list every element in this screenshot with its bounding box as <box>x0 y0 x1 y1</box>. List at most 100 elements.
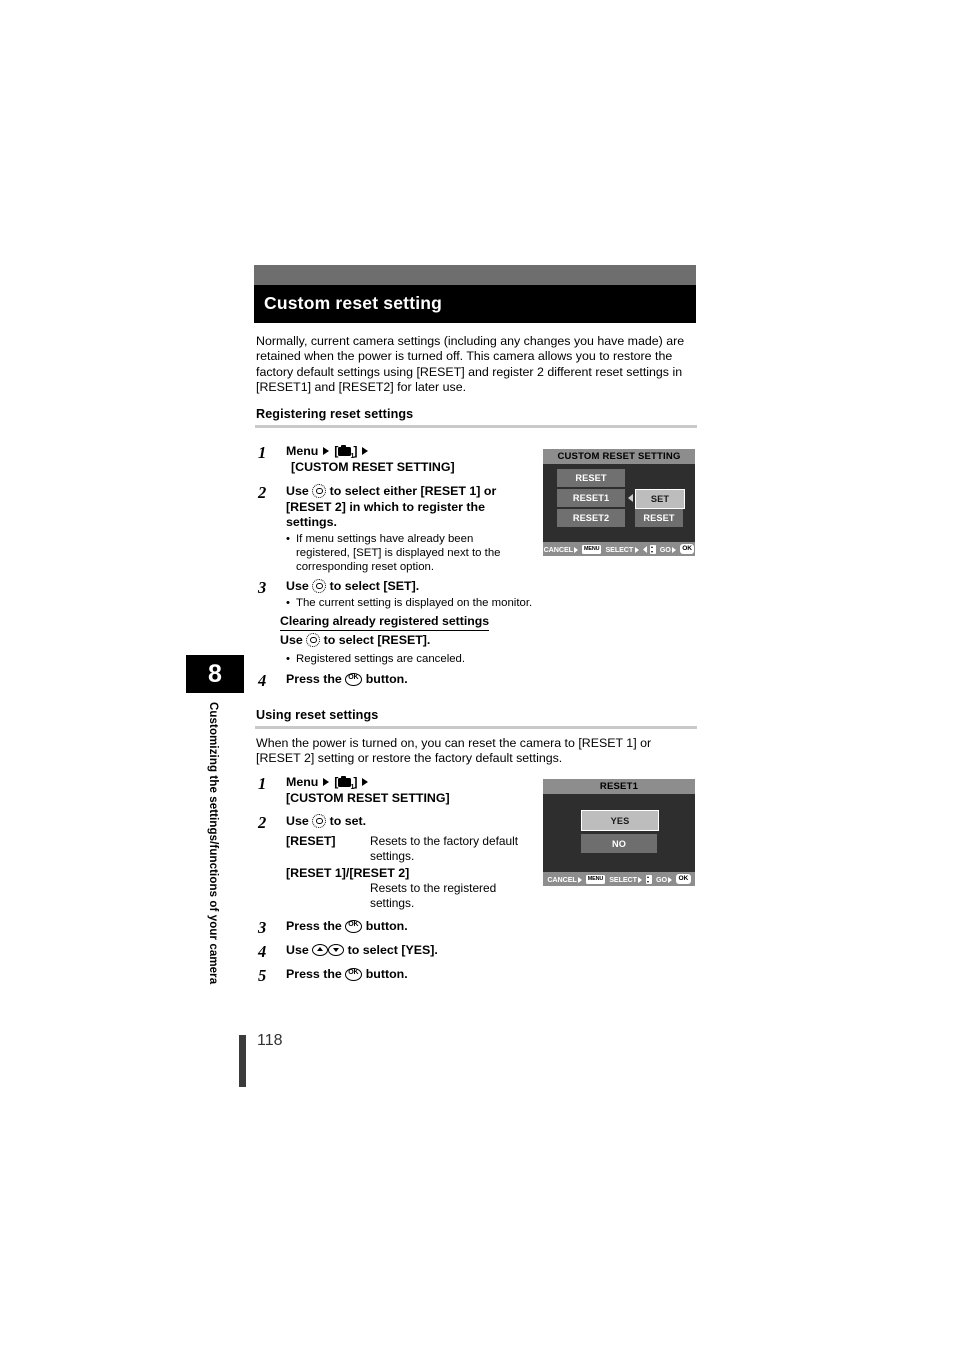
step-number: 3 <box>258 918 267 937</box>
chapter-vertical-title: Customizing the settings/functions of yo… <box>207 702 219 985</box>
lcd-item-reset2[interactable]: RESET2 <box>557 509 625 527</box>
lcd-item-reset[interactable]: RESET <box>557 469 625 487</box>
step-number: 5 <box>258 966 267 985</box>
step-number: 4 <box>258 671 267 690</box>
right-arrow-icon <box>322 445 331 456</box>
lcd-option-no[interactable]: NO <box>581 834 657 853</box>
page-number-bar <box>239 1035 246 1087</box>
right-arrow-icon <box>638 876 644 883</box>
ok-button-icon: OK <box>345 967 363 981</box>
bullet-clearing: Registered settings are canceled. <box>286 652 596 666</box>
up-down-key-icon <box>649 544 656 554</box>
footer-cancel-label: CANCEL <box>547 874 577 884</box>
arrow-pad-icon <box>312 814 327 828</box>
lcd-option-yes[interactable]: YES <box>581 810 659 831</box>
right-arrow-icon <box>574 546 580 553</box>
step-text-use: Use <box>286 943 309 957</box>
step-text-use: Use <box>286 814 309 828</box>
step-number: 2 <box>258 813 267 832</box>
intro-paragraph: Normally, current camera settings (inclu… <box>256 334 685 394</box>
lcd-custom-reset-setting: CUSTOM RESET SETTING RESET RESET1 SET RE… <box>543 449 695 556</box>
right-arrow-icon <box>361 445 370 456</box>
footer-cancel: CANCEL MENU <box>543 544 602 554</box>
step-text-press: Press the <box>286 967 342 981</box>
right-arrow-icon <box>322 776 331 787</box>
footer-go-label: GO <box>659 544 671 554</box>
step-text: Menu [1] [CUSTOM RESET SETTING] <box>286 775 450 806</box>
down-button-icon <box>328 944 345 956</box>
up-down-key-icon <box>645 874 652 884</box>
camera-menu-icon: 1 <box>338 775 354 791</box>
clearing-instruction: Use to select [RESET]. <box>280 633 430 647</box>
step-text: Press the OK button. <box>286 919 408 935</box>
section-rule-registering <box>255 425 697 428</box>
lcd-title: RESET1 <box>543 779 695 794</box>
footer-select: SELECT <box>609 874 652 884</box>
lcd-reset1-confirm: RESET1 YES NO CANCEL MENU SELECT GO OK <box>543 779 695 886</box>
page-title: Custom reset setting <box>264 293 443 313</box>
step-text-detail: to set. <box>329 814 367 828</box>
step-text-detail: to select [SET]. <box>329 579 420 593</box>
right-arrow-icon <box>578 876 584 883</box>
chapter-tab: 8 <box>186 655 244 693</box>
lcd-value-reset[interactable]: RESET <box>635 509 683 527</box>
lcd-cursor-icon <box>628 494 633 502</box>
manual-page: 8 Customizing the settings/functions of … <box>0 0 954 1351</box>
step-text-menu-path: [CUSTOM RESET SETTING] <box>286 790 450 805</box>
step-text-menu: Menu <box>286 444 319 458</box>
clearing-use: Use <box>280 633 303 647</box>
step-text-button: button. <box>365 672 408 686</box>
step-text-use: Use <box>286 484 309 498</box>
step-text: Use to set. <box>286 814 366 830</box>
step-number: 2 <box>258 483 267 502</box>
lcd-footer-bar: CANCEL MENU SELECT GO OK <box>543 542 695 556</box>
step-text-use: Use <box>286 579 309 593</box>
step-text-menu: Menu <box>286 775 319 789</box>
lcd-footer-bar: CANCEL MENU SELECT GO OK <box>543 872 695 886</box>
using-intro: When the power is turned on, you can res… <box>256 736 652 766</box>
right-arrow-icon <box>361 776 370 787</box>
ok-key-icon: OK <box>679 544 695 554</box>
step-text-press: Press the <box>286 919 342 933</box>
section-heading-using: Using reset settings <box>256 708 379 722</box>
ok-button-icon: OK <box>345 919 363 933</box>
step-text-button: button. <box>365 919 408 933</box>
footer-cancel-label: CANCEL <box>543 544 573 554</box>
camera-menu-icon: 1 <box>338 444 354 460</box>
step-number: 1 <box>258 774 267 793</box>
left-right-key-icon <box>642 545 648 554</box>
step-number: 3 <box>258 578 267 597</box>
ok-button-icon: OK <box>345 672 363 686</box>
step-text-press: Press the <box>286 672 342 686</box>
footer-go: GO OK <box>660 544 695 554</box>
right-arrow-icon <box>672 546 678 553</box>
header-black-band: Custom reset setting <box>254 285 696 323</box>
chapter-number: 8 <box>208 659 222 688</box>
step-text: Use to select [SET]. <box>286 579 419 595</box>
clearing-detail: to select [RESET]. <box>323 633 431 647</box>
ok-key-icon: OK <box>675 874 691 884</box>
menu-key-icon: MENU <box>585 874 606 884</box>
step-text: Press the OK button. <box>286 967 408 983</box>
page-number: 118 <box>257 1032 283 1049</box>
arrow-pad-icon <box>312 579 327 593</box>
bullet-reg-3: The current setting is displayed on the … <box>286 596 596 610</box>
arrow-pad-icon <box>306 633 321 647</box>
right-arrow-icon <box>634 546 641 553</box>
step-text: Use to select either [RESET 1] or [RESET… <box>286 484 518 531</box>
section-heading-registering: Registering reset settings <box>256 407 414 421</box>
step-number: 4 <box>258 942 267 961</box>
footer-select-label: SELECT <box>605 544 634 554</box>
footer-cancel: CANCEL MENU <box>547 874 606 884</box>
lcd-item-reset1[interactable]: RESET1 <box>557 489 625 507</box>
lcd-value-set[interactable]: SET <box>635 489 685 509</box>
lcd-title: CUSTOM RESET SETTING <box>543 449 695 464</box>
section-rule-using <box>255 726 697 729</box>
step-text: Menu [1] [CUSTOM RESET SETTING] <box>286 444 455 475</box>
step-text-menu-path: [CUSTOM RESET SETTING] <box>291 459 455 474</box>
header-gray-band <box>254 265 696 285</box>
definition-term-reset12: [RESET 1]/[RESET 2] <box>286 866 410 880</box>
step-text-detail: to select [YES]. <box>347 943 438 957</box>
definition-term-reset: [RESET] <box>286 834 336 848</box>
step-text-button: button. <box>365 967 408 981</box>
